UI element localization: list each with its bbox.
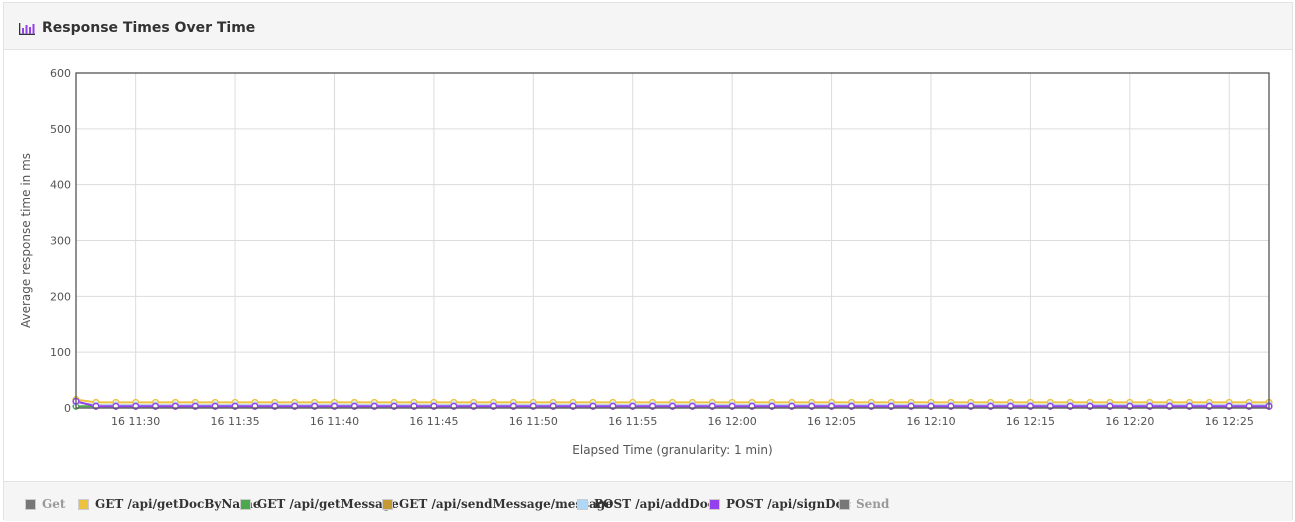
- legend-label: POST /api/signDoc: [726, 497, 851, 511]
- x-tick-label: 16 12:15: [1006, 415, 1055, 428]
- y-tick-label: 200: [50, 290, 71, 303]
- legend-swatch: [577, 498, 588, 510]
- x-tick-label: 16 11:55: [608, 415, 657, 428]
- y-tick-label: 600: [50, 67, 71, 80]
- x-tick-label: 16 12:10: [906, 415, 955, 428]
- legend-label: GET /api/getMessage: [257, 497, 399, 511]
- legend-swatch: [78, 498, 89, 510]
- x-tick-label: 16 12:20: [1105, 415, 1154, 428]
- chart-legend: Get GET /api/getDocByName GET /api/getMess…: [4, 481, 1292, 521]
- legend-swatch: [839, 498, 850, 510]
- legend-label: GET /api/getDocByName: [95, 497, 261, 511]
- legend-swatch: [382, 498, 393, 510]
- y-tick-label: 100: [50, 346, 71, 359]
- legend-swatch: [240, 498, 251, 510]
- x-tick-label: 16 11:50: [509, 415, 558, 428]
- x-tick-label: 16 11:40: [310, 415, 359, 428]
- y-tick-label: 400: [50, 179, 71, 192]
- legend-item[interactable]: GET /api/getDocByName: [78, 496, 260, 512]
- x-tick-label: 16 11:30: [111, 415, 160, 428]
- legend-swatch: [709, 498, 720, 510]
- y-tick-label: 500: [50, 123, 71, 136]
- y-tick-label: 0: [64, 402, 71, 415]
- y-axis-title: Average response time in ms: [19, 153, 33, 328]
- x-tick-label: 16 12:25: [1205, 415, 1254, 428]
- legend-item[interactable]: Send: [839, 496, 889, 512]
- legend-label: POST /api/addDoc: [594, 497, 716, 511]
- y-tick-label: 300: [50, 235, 71, 248]
- legend-swatch: [25, 498, 36, 510]
- x-tick-label: 16 12:05: [807, 415, 856, 428]
- legend-item[interactable]: GET /api/getMessage: [240, 496, 399, 512]
- legend-item[interactable]: POST /api/addDoc: [577, 496, 715, 512]
- legend-item[interactable]: POST /api/signDoc: [709, 496, 851, 512]
- legend-label: Send: [856, 497, 890, 511]
- x-tick-label: 16 11:45: [409, 415, 458, 428]
- x-axis-title: Elapsed Time (granularity: 1 min): [572, 443, 772, 457]
- legend-label: Get: [42, 497, 66, 511]
- x-tick-label: 16 11:35: [210, 415, 259, 428]
- legend-item[interactable]: Get: [25, 496, 65, 512]
- x-tick-label: 16 12:00: [708, 415, 757, 428]
- response-times-chart: 0 100 200 300 400 500 600 16 11:30 16 11:35 16 11…: [19, 67, 1273, 457]
